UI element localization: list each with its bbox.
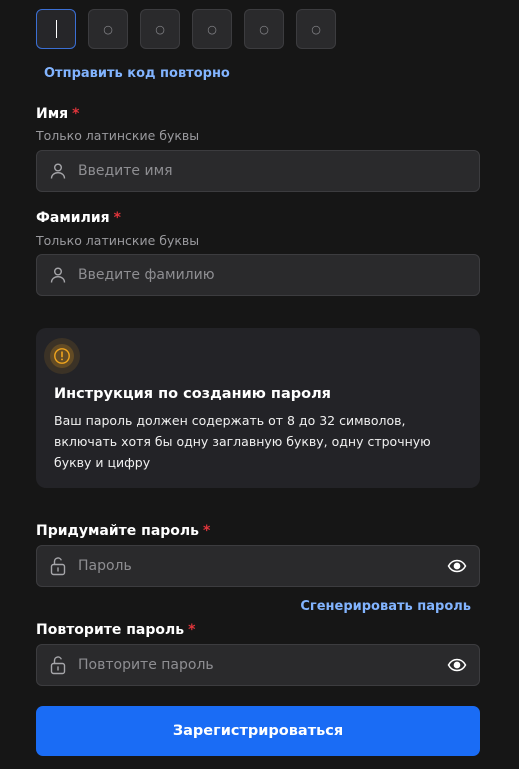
required-mark: * [188,622,196,638]
otp-cell-5[interactable]: ○ [244,9,284,49]
repeat-password-label-text: Повторите пароль [36,622,185,638]
last-name-field[interactable] [36,254,480,296]
last-name-label-text: Фамилия [36,210,110,226]
password-label-text: Придумайте пароль [36,523,200,539]
register-button[interactable]: Зарегистрироваться [36,706,480,756]
password-input[interactable] [78,558,446,574]
required-mark: * [113,210,121,226]
user-icon [48,265,68,285]
generate-password-link[interactable]: Сгенерировать пароль [300,599,471,614]
eye-icon[interactable] [446,654,468,676]
otp-cell-2[interactable]: ○ [88,9,128,49]
otp-cell-6[interactable]: ○ [296,9,336,49]
password-field[interactable] [36,545,480,587]
text-caret [55,20,57,38]
repeat-password-label: Повторите пароль * [36,622,195,638]
lock-icon [48,655,68,675]
first-name-label: Имя * [36,106,79,122]
password-instructions-card: Инструкция по созданию пароля Ваш пароль… [36,328,480,488]
repeat-password-input[interactable] [78,657,446,673]
instructions-text: Ваш пароль должен содержать от 8 до 32 с… [54,413,431,470]
lock-icon [48,556,68,576]
resend-code-link[interactable]: Отправить код повторно [44,66,230,81]
last-name-label: Фамилия * [36,210,121,226]
first-name-label-text: Имя [36,106,69,122]
otp-cell-1[interactable] [36,9,76,49]
repeat-password-field[interactable] [36,644,480,686]
warning-icon [44,338,80,374]
otp-cell-3[interactable]: ○ [140,9,180,49]
user-icon [48,161,68,181]
eye-icon[interactable] [446,555,468,577]
otp-cell-4[interactable]: ○ [192,9,232,49]
required-mark: * [72,106,80,122]
password-label: Придумайте пароль * [36,523,210,539]
required-mark: * [203,523,211,539]
last-name-input[interactable] [78,267,479,283]
instructions-title: Инструкция по созданию пароля [54,386,331,402]
first-name-input[interactable] [78,163,479,179]
first-name-hint: Только латинские буквы [36,128,200,143]
last-name-hint: Только латинские буквы [36,233,200,248]
first-name-field[interactable] [36,150,480,192]
otp-code-input: ○ ○ ○ ○ ○ [36,9,336,49]
